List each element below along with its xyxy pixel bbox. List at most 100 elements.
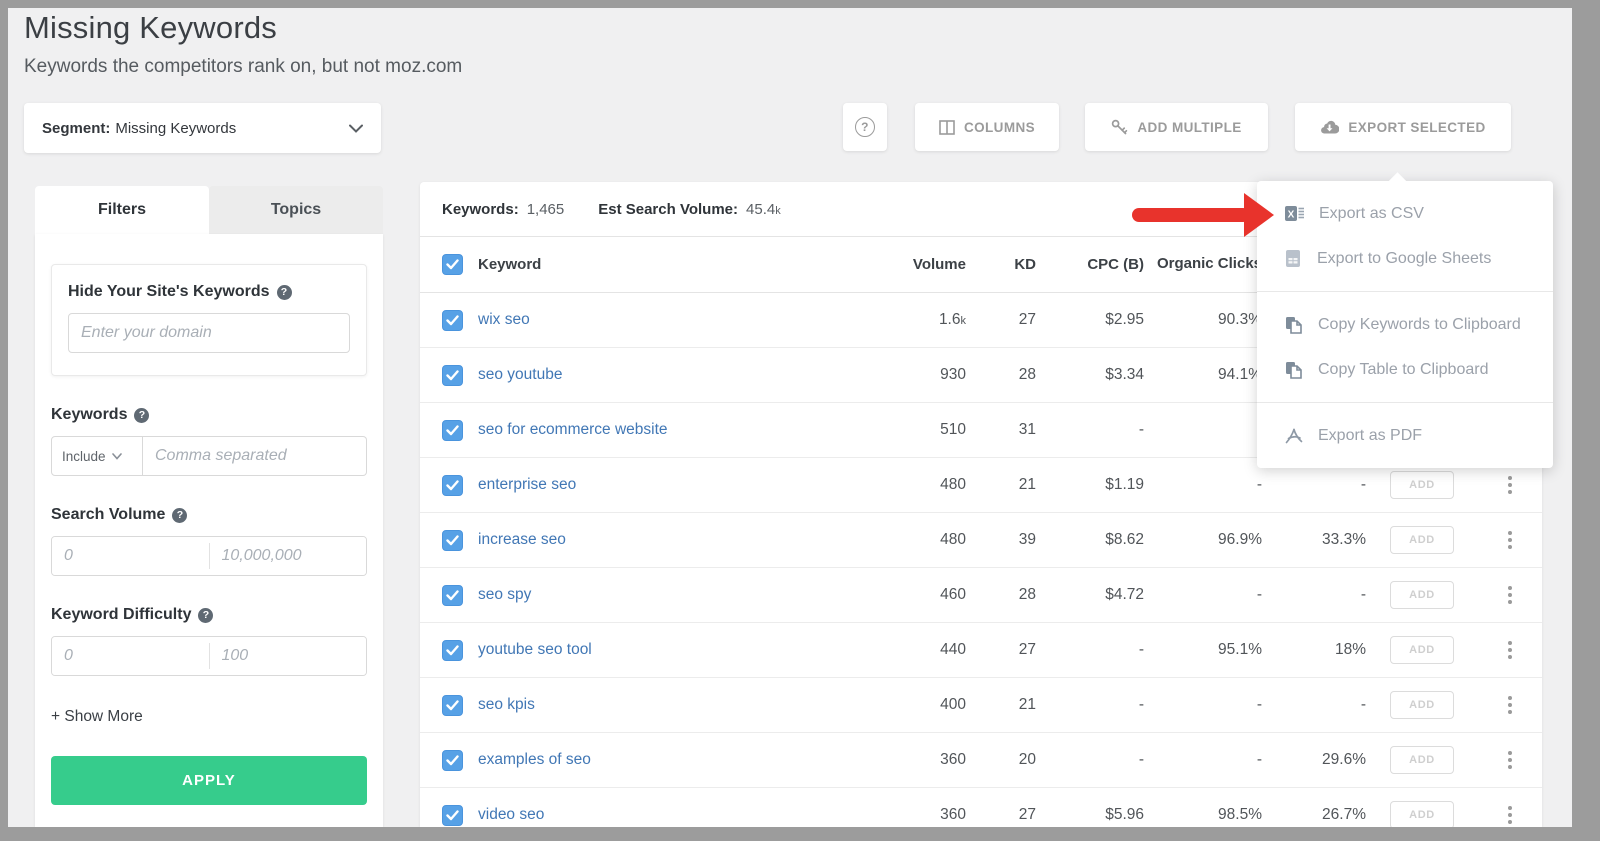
keyword-link[interactable]: video seo — [478, 806, 544, 823]
excel-icon: X — [1285, 206, 1304, 221]
row-checkbox[interactable] — [442, 364, 463, 386]
help-icon[interactable]: ? — [198, 607, 214, 623]
table-row: seo kpis 400 21 - - - ADD — [420, 678, 1542, 733]
menu-item-export-pdf[interactable]: Export as PDF — [1257, 413, 1553, 458]
volume-cell: 480 — [940, 531, 966, 548]
keywords-count-label: Keywords: — [442, 200, 519, 218]
volume-cell: 440 — [940, 641, 966, 658]
kd-max-input[interactable] — [209, 637, 366, 675]
help-icon[interactable]: ? — [276, 284, 292, 300]
volume-cell: 360 — [940, 806, 966, 823]
row-checkbox[interactable] — [442, 529, 463, 551]
select-all-checkbox[interactable] — [442, 254, 463, 275]
add-button[interactable]: ADD — [1390, 691, 1454, 719]
tab-filters[interactable]: Filters — [35, 186, 209, 234]
menu-item-copy-table[interactable]: Copy Table to Clipboard — [1257, 347, 1553, 392]
cpc-cell: $1.19 — [1105, 476, 1144, 493]
kd-min-input[interactable] — [52, 637, 209, 675]
kebab-menu-icon[interactable] — [1504, 527, 1516, 553]
cpc-cell: $5.96 — [1105, 806, 1144, 823]
volume-cell: 460 — [940, 586, 966, 603]
add-button[interactable]: ADD — [1390, 581, 1454, 609]
cpc-cell: - — [1138, 421, 1144, 438]
extra-cell: 29.6% — [1322, 751, 1366, 768]
keyword-link[interactable]: seo for ecommerce website — [478, 421, 668, 438]
kebab-menu-icon[interactable] — [1504, 637, 1516, 663]
cloud-download-icon — [1321, 120, 1340, 134]
columns-button-label: COLUMNS — [963, 119, 1036, 135]
row-checkbox[interactable] — [442, 694, 463, 716]
keyword-link[interactable]: wix seo — [478, 311, 530, 328]
kd-cell: 39 — [1018, 531, 1036, 548]
keyword-link[interactable]: enterprise seo — [478, 476, 576, 493]
organic-clicks-cell: 90.3% — [1218, 310, 1262, 328]
page-subtitle: Keywords the competitors rank on, but no… — [24, 56, 463, 77]
segment-select[interactable]: Segment: Missing Keywords — [24, 103, 381, 153]
row-checkbox[interactable] — [442, 584, 463, 606]
row-checkbox[interactable] — [442, 419, 463, 441]
col-header-keyword[interactable]: Keyword — [476, 256, 876, 273]
menu-item-export-google-sheets[interactable]: Export to Google Sheets — [1257, 236, 1553, 281]
search-volume-max-input[interactable] — [209, 537, 366, 575]
kebab-menu-icon[interactable] — [1504, 472, 1516, 498]
organic-clicks-cell: 94.1% — [1218, 365, 1262, 383]
kebab-menu-icon[interactable] — [1504, 747, 1516, 773]
add-button[interactable]: ADD — [1390, 526, 1454, 554]
table-row: examples of seo 360 20 - - 29.6% ADD — [420, 733, 1542, 788]
segment-value: Missing Keywords — [115, 119, 237, 137]
cpc-cell: - — [1138, 751, 1144, 768]
row-checkbox[interactable] — [442, 639, 463, 661]
row-checkbox[interactable] — [442, 749, 463, 771]
search-volume-min-input[interactable] — [52, 537, 209, 575]
kebab-menu-icon[interactable] — [1504, 802, 1516, 827]
keyword-link[interactable]: seo spy — [478, 586, 531, 603]
add-button[interactable]: ADD — [1390, 471, 1454, 499]
domain-input[interactable] — [68, 313, 350, 353]
col-header-volume[interactable]: Volume — [876, 256, 966, 273]
columns-button[interactable]: COLUMNS — [915, 103, 1059, 151]
keyword-link[interactable]: increase seo — [478, 531, 566, 548]
help-button[interactable]: ? — [843, 103, 887, 151]
keyword-link[interactable]: seo kpis — [478, 696, 535, 713]
organic-clicks-cell: - — [1256, 475, 1262, 493]
export-selected-button[interactable]: EXPORT SELECTED — [1295, 103, 1511, 151]
col-header-organic-clicks[interactable]: Organic Clicks — [1144, 254, 1262, 274]
cpc-cell: $8.62 — [1105, 531, 1144, 548]
col-header-cpc[interactable]: CPC (B) — [1036, 256, 1144, 273]
keyword-link[interactable]: examples of seo — [478, 751, 591, 768]
extra-cell: 33.3% — [1322, 531, 1366, 548]
add-button[interactable]: ADD — [1390, 801, 1454, 827]
keyword-link[interactable]: seo youtube — [478, 366, 562, 383]
extra-cell: - — [1360, 696, 1366, 713]
kebab-menu-icon[interactable] — [1504, 692, 1516, 718]
add-button[interactable]: ADD — [1390, 636, 1454, 664]
kebab-menu-icon[interactable] — [1504, 582, 1516, 608]
table-row: increase seo 480 39 $8.62 96.9% 33.3% AD… — [420, 513, 1542, 568]
page-title: Missing Keywords — [24, 10, 278, 45]
add-multiple-button[interactable]: ADD MULTIPLE — [1085, 103, 1268, 151]
hide-site-card: Hide Your Site's Keywords ? — [51, 264, 367, 376]
tab-topics[interactable]: Topics — [209, 186, 383, 234]
organic-clicks-cell: 96.9% — [1218, 530, 1262, 548]
keyword-difficulty-label: Keyword Difficulty ? — [51, 606, 367, 624]
col-header-kd[interactable]: KD — [966, 256, 1036, 273]
add-button[interactable]: ADD — [1390, 746, 1454, 774]
row-checkbox[interactable] — [442, 804, 463, 826]
keywords-input[interactable] — [143, 436, 367, 476]
filters-panel: Hide Your Site's Keywords ? Keywords ? I… — [35, 234, 383, 827]
help-icon[interactable]: ? — [134, 407, 150, 423]
include-select[interactable]: Include — [51, 436, 143, 476]
row-checkbox[interactable] — [442, 309, 463, 331]
app-screen: Missing Keywords Keywords the competitor… — [8, 8, 1572, 827]
columns-icon — [939, 119, 955, 135]
row-checkbox[interactable] — [442, 474, 463, 496]
menu-item-export-csv[interactable]: X Export as CSV — [1257, 191, 1553, 236]
menu-item-label: Copy Table to Clipboard — [1318, 360, 1489, 378]
help-icon[interactable]: ? — [172, 507, 188, 523]
menu-item-copy-keywords[interactable]: Copy Keywords to Clipboard — [1257, 302, 1553, 347]
show-more-link[interactable]: + Show More — [51, 708, 367, 726]
apply-button[interactable]: APPLY — [51, 756, 367, 805]
keyword-link[interactable]: youtube seo tool — [478, 641, 592, 658]
cpc-cell: $4.72 — [1105, 586, 1144, 603]
kd-cell: 27 — [1018, 806, 1036, 823]
